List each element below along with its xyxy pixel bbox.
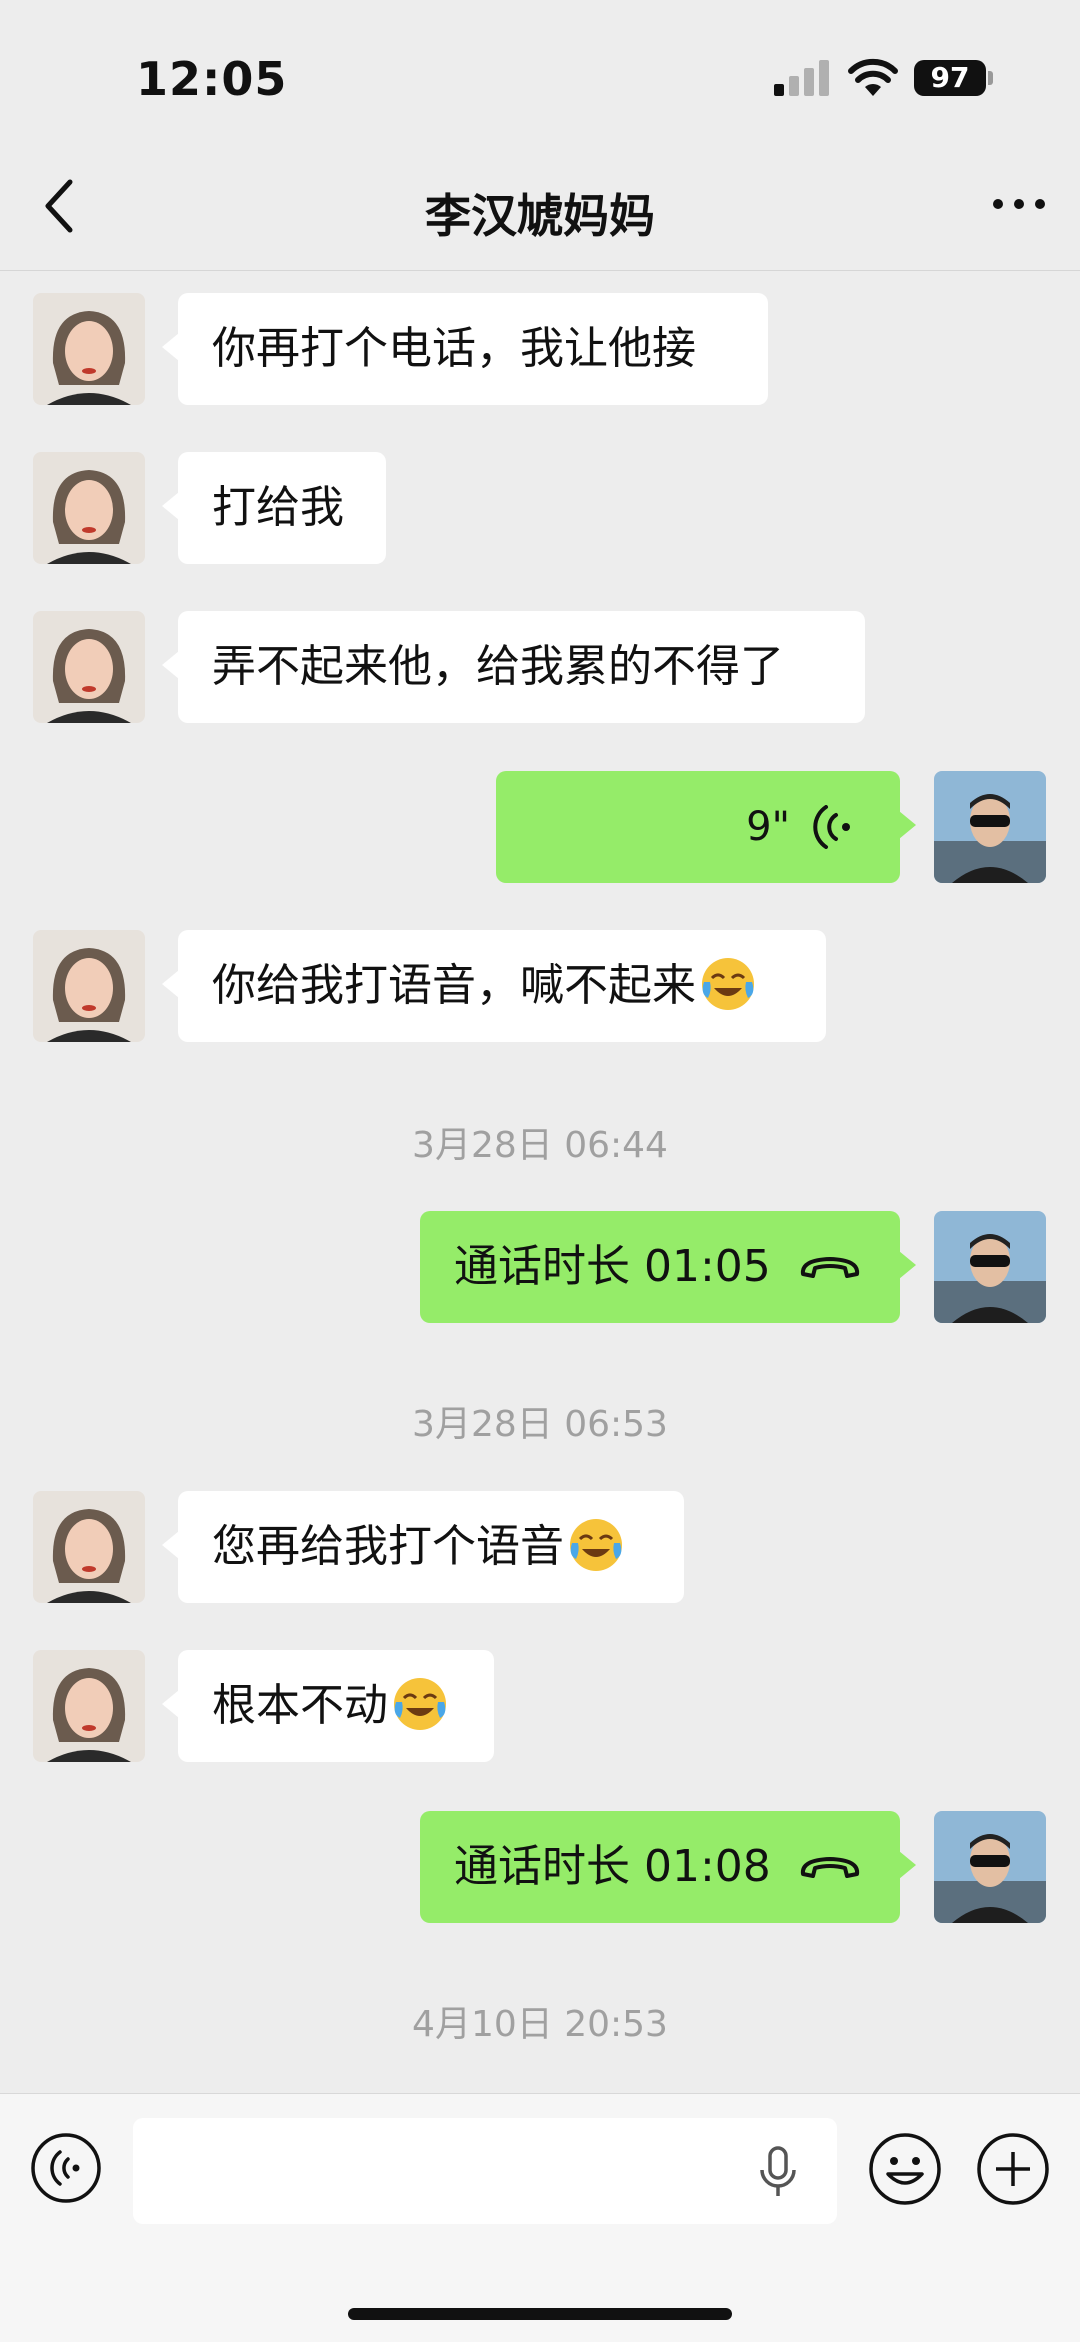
message-text: 你给我打语音，喊不起来 — [212, 960, 696, 1011]
voice-wave-icon — [813, 805, 850, 849]
contact-avatar[interactable] — [33, 930, 145, 1042]
call-record-bubble[interactable]: 通话时长 01:05 — [420, 1211, 916, 1323]
message-bubble[interactable]: 你再打个电话，我让他接 — [162, 293, 768, 405]
call-record-bubble[interactable]: 通话时长 01:08 — [420, 1811, 916, 1923]
more-options-icon[interactable] — [992, 192, 1046, 216]
chat-header: 李汉虓妈妈 — [0, 140, 1080, 271]
voice-duration: 9" — [746, 804, 790, 850]
emoji-icon[interactable] — [868, 2132, 942, 2206]
phone-hangup-icon — [800, 1257, 859, 1278]
laughing-crying-emoji-icon — [702, 958, 754, 1010]
chat-title: 李汉虓妈妈 — [425, 189, 655, 243]
message-text: 您再给我打个语音 — [212, 1521, 564, 1572]
contact-avatar[interactable] — [33, 293, 145, 405]
message-bubble[interactable]: 你给我打语音，喊不起来 — [162, 930, 826, 1042]
contact-avatar[interactable] — [33, 452, 145, 564]
message-row: 打给我 — [0, 452, 1080, 566]
plus-icon[interactable] — [976, 2132, 1050, 2206]
message-bubble[interactable]: 根本不动 — [162, 1650, 494, 1762]
laughing-crying-emoji-icon — [570, 1519, 622, 1571]
call-duration-text: 通话时长 01:08 — [454, 1841, 771, 1892]
message-row: 通话时长 01:05 — [0, 1211, 1080, 1325]
message-text: 根本不动 — [212, 1680, 388, 1731]
contact-avatar[interactable] — [33, 1491, 145, 1603]
message-bubble[interactable]: 弄不起来他，给我累的不得了 — [162, 611, 865, 723]
message-row: 你再打个电话，我让他接 — [0, 293, 1080, 407]
battery-tip — [988, 71, 993, 85]
message-row: 9" — [0, 771, 1080, 885]
message-list[interactable]: 你再打个电话，我让他接 打给我 弄不起来他，给我累的不得了 9" 你给我打语音，… — [0, 271, 1080, 2093]
message-row: 您再给我打个语音 — [0, 1491, 1080, 1605]
contact-avatar[interactable] — [33, 1650, 145, 1762]
message-bubble[interactable]: 打给我 — [162, 452, 386, 564]
voice-input-toggle-icon[interactable] — [30, 2132, 102, 2204]
message-input[interactable] — [133, 2118, 837, 2224]
mic-icon[interactable] — [754, 2146, 802, 2198]
contact-avatar[interactable] — [33, 611, 145, 723]
battery-level: 97 — [914, 60, 986, 96]
status-time: 12:05 — [136, 52, 288, 106]
message-row: 通话时长 01:08 — [0, 1811, 1080, 1925]
message-row: 你给我打语音，喊不起来 — [0, 930, 1080, 1044]
my-avatar[interactable] — [934, 1211, 1046, 1323]
timestamp: 4月10日 20:53 — [412, 2004, 668, 2045]
message-bubble[interactable]: 您再给我打个语音 — [162, 1491, 684, 1603]
status-bar: 12:05 97 — [0, 0, 1080, 140]
voice-message-bubble[interactable]: 9" — [496, 771, 916, 883]
input-bar — [0, 2093, 1080, 2342]
message-row: 弄不起来他，给我累的不得了 — [0, 611, 1080, 725]
phone-hangup-icon — [800, 1857, 859, 1878]
timestamp: 3月28日 06:53 — [412, 1404, 668, 1445]
home-indicator[interactable] — [348, 2308, 732, 2320]
laughing-crying-emoji-icon — [394, 1678, 446, 1730]
timestamp: 3月28日 06:44 — [412, 1125, 668, 1166]
wifi-icon — [848, 58, 898, 96]
cellular-signal-icon — [774, 60, 829, 96]
call-duration-text: 通话时长 01:05 — [454, 1241, 771, 1292]
message-row: 根本不动 — [0, 1650, 1080, 1764]
my-avatar[interactable] — [934, 771, 1046, 883]
my-avatar[interactable] — [934, 1811, 1046, 1923]
